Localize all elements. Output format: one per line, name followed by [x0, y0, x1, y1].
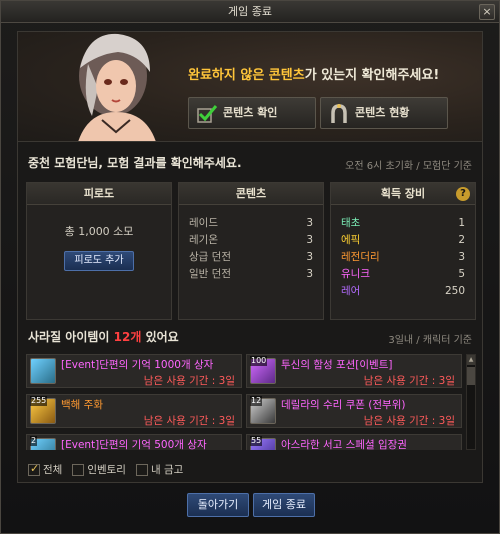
content-title: 콘텐츠: [179, 183, 323, 205]
gear-count: 5: [458, 268, 465, 280]
gear-count: 1: [458, 217, 465, 229]
back-button[interactable]: 돌아가기: [187, 493, 249, 517]
gear-row: 태초 1: [341, 215, 465, 232]
expiring-item[interactable]: 100 투신의 함성 포션[이벤트] 남은 사용 기간 : 3일: [246, 354, 462, 388]
expiring-item[interactable]: 12 데릴라의 수리 쿠폰 (전부위) 남은 사용 기간 : 3일: [246, 394, 462, 428]
fatigue-value: 총 1,000 소모: [64, 225, 134, 238]
checkbox-icon[interactable]: [72, 463, 85, 476]
expiring-item[interactable]: 2[Event]단편의 기억 500개 상자남은 사용 기간 : 3일: [26, 434, 242, 450]
help-icon[interactable]: ?: [456, 187, 470, 201]
gear-row: 레전더리 3: [341, 249, 465, 266]
game-exit-window: 게임 종료 × 완료하지 않은 콘텐츠가 있는지 확인해주세요! 콘텐츠 확인 …: [0, 0, 500, 534]
content-row: 일반 던전 3: [189, 266, 313, 283]
content-check-label: 콘텐츠 확인: [223, 106, 278, 119]
headline-text: 가 있는지 확인해주세요!: [304, 68, 440, 83]
content-count: 3: [306, 268, 313, 280]
expiring-item[interactable]: 255 백해 주화남은 사용 기간 : 3일: [26, 394, 242, 428]
filter-inventory[interactable]: 인벤토리: [72, 462, 126, 477]
expiring-item-list: [Event]단편의 기억 1000개 상자남은 사용 기간 : 3일 100 투신…: [26, 354, 462, 450]
content-status-label: 콘텐츠 현황: [355, 106, 410, 119]
filter-label: 인벤토리: [87, 464, 126, 476]
item-quantity: 55: [250, 436, 263, 446]
gear-grade: 레전더리: [341, 251, 380, 263]
expiring-item[interactable]: 55아스라한 서고 스페셜 입장권남은 사용 기간 : 3일: [246, 434, 462, 450]
gear-title: 획득 장비: [331, 183, 475, 205]
fatigue-title: 피로도: [27, 183, 171, 205]
gear-row: 에픽 2: [341, 232, 465, 249]
horseshoe-icon: [331, 104, 347, 123]
gear-grade: 유니크: [341, 268, 370, 280]
expiring-items-heading: 사라질 아이템이 12개 있어요: [28, 328, 179, 345]
filter-label: 내 금고: [150, 464, 184, 476]
gear-row: 레어 250: [341, 283, 465, 300]
items-note: 3일내 / 캐릭터 기준: [388, 335, 472, 346]
checkbox-icon[interactable]: [28, 462, 40, 476]
item-name: 데릴라의 수리 쿠폰 (전부위): [281, 399, 406, 411]
close-button[interactable]: ×: [479, 4, 495, 20]
filter-all[interactable]: 전체: [28, 462, 62, 477]
content-label: 일반 던전: [189, 268, 231, 280]
checkbox-icon[interactable]: [135, 463, 148, 476]
filter-label: 전체: [43, 464, 63, 476]
item-quantity: 2: [30, 436, 38, 446]
quit-game-button[interactable]: 게임 종료: [253, 493, 315, 517]
items-count: 12개: [113, 330, 142, 344]
content-check-button[interactable]: 콘텐츠 확인: [188, 97, 316, 129]
item-quantity: 255: [30, 396, 48, 406]
reminder-banner: 완료하지 않은 콘텐츠가 있는지 확인해주세요! 콘텐츠 확인 콘텐츠 현황: [18, 32, 482, 142]
summary-note: 오전 6시 초기화 / 모험단 기준: [345, 161, 472, 172]
item-expiry: 남은 사용 기간 : 3일: [143, 415, 235, 427]
content-count: 3: [306, 251, 313, 263]
scroll-thumb[interactable]: [467, 367, 475, 385]
title-bar: 게임 종료 ×: [1, 1, 499, 23]
item-name: [Event]단편의 기억 500개 상자: [61, 439, 207, 450]
item-expiry: 남은 사용 기간 : 3일: [363, 375, 455, 387]
item-quantity: 100: [250, 356, 268, 366]
gear-count: 250: [444, 285, 465, 297]
character-portrait: [78, 33, 156, 141]
content-row: 상급 던전 3: [189, 249, 313, 266]
content-row: 레이드 3: [189, 215, 313, 232]
gear-count: 2: [458, 234, 465, 246]
window-title: 게임 종료: [228, 5, 272, 18]
main-panel: 완료하지 않은 콘텐츠가 있는지 확인해주세요! 콘텐츠 확인 콘텐츠 현황 중…: [17, 31, 483, 483]
item-name: 투신의 함성 포션[이벤트]: [281, 359, 393, 371]
content-status-button[interactable]: 콘텐츠 현황: [320, 97, 448, 129]
items-heading-suffix: 있어요: [141, 330, 179, 344]
content-label: 레기온: [189, 234, 218, 246]
content-label: 레이드: [189, 217, 218, 229]
banner-headline: 완료하지 않은 콘텐츠가 있는지 확인해주세요!: [188, 64, 439, 83]
acquired-gear-panel: 획득 장비 ? 태초 1 에픽 2 레전더리 3 유니크 5 레어 250: [330, 182, 476, 320]
add-fatigue-button[interactable]: 피로도 추가: [64, 251, 134, 271]
item-name: 백해 주화: [61, 399, 103, 411]
item-name: 아스라한 서고 스페셜 입장권: [281, 439, 407, 450]
storage-filters: 전체 인벤토리 내 금고: [28, 462, 183, 477]
content-label: 상급 던전: [189, 251, 231, 263]
content-panel: 콘텐츠 레이드 3 레기온 3 상급 던전 3 일반 던전 3: [178, 182, 324, 320]
expiring-item[interactable]: [Event]단편의 기억 1000개 상자남은 사용 기간 : 3일: [26, 354, 242, 388]
item-list-scrollbar[interactable]: ▲: [466, 354, 476, 450]
scroll-up-icon[interactable]: ▲: [467, 355, 475, 365]
gear-grade: 에픽: [341, 234, 361, 246]
gear-grade: 레어: [341, 285, 361, 297]
content-count: 3: [306, 234, 313, 246]
gear-row: 유니크 5: [341, 266, 465, 283]
item-quantity: 12: [250, 396, 263, 406]
gear-grade: 태초: [341, 217, 361, 229]
headline-highlight: 완료하지 않은 콘텐츠: [188, 68, 305, 83]
content-count: 3: [306, 217, 313, 229]
summary-heading: 중천 모험단님, 모험 결과를 확인해주세요.: [28, 156, 242, 170]
fatigue-panel: 피로도 총 1,000 소모 피로도 추가: [26, 182, 172, 320]
gear-count: 3: [458, 251, 465, 263]
filter-my-vault[interactable]: 내 금고: [135, 462, 184, 477]
item-name: [Event]단편의 기억 1000개 상자: [61, 359, 214, 371]
item-expiry: 남은 사용 기간 : 3일: [143, 375, 235, 387]
memory-box-icon: [30, 358, 56, 384]
checkmark-icon: [197, 105, 218, 123]
content-row: 레기온 3: [189, 232, 313, 249]
items-heading-prefix: 사라질 아이템이: [28, 330, 114, 344]
item-expiry: 남은 사용 기간 : 3일: [363, 415, 455, 427]
